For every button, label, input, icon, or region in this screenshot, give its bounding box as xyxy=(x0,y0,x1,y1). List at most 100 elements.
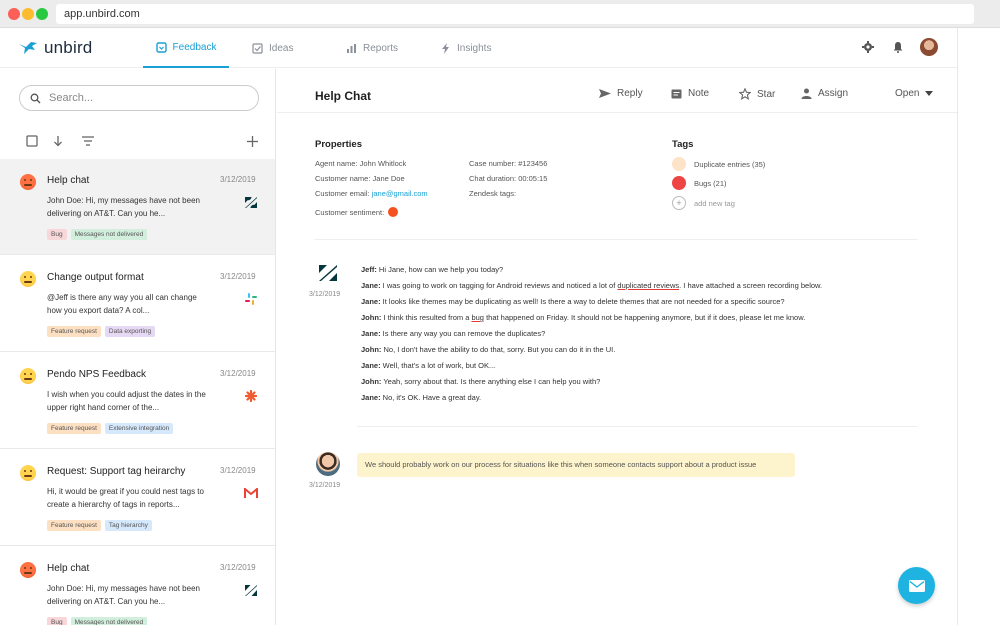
conversation-title: Change output format xyxy=(47,272,144,283)
sort-arrow-icon[interactable] xyxy=(50,133,66,149)
speaker: John: xyxy=(361,377,382,386)
tag-badge[interactable]: Bug xyxy=(47,617,67,625)
list-toolbar xyxy=(24,133,260,149)
gmail-icon xyxy=(244,486,258,500)
chat-message: Jane: It looks like themes may be duplic… xyxy=(361,297,785,306)
tab-reports[interactable]: Reports xyxy=(346,28,398,68)
status-dropdown[interactable]: Open xyxy=(895,88,934,99)
tab-insights[interactable]: Insights xyxy=(440,28,491,68)
chat-message: John: I think this resulted from a bug t… xyxy=(361,313,805,322)
zendesk-icon xyxy=(244,195,258,209)
select-all-checkbox[interactable] xyxy=(24,133,40,149)
conversation-title: Help chat xyxy=(47,563,90,574)
filter-icon[interactable] xyxy=(80,133,96,149)
tag-badge[interactable]: Feature request xyxy=(47,520,101,531)
tag-badge[interactable]: Data exporting xyxy=(104,326,156,337)
detail-header: Help Chat Reply Note Star Assign Open xyxy=(277,69,957,113)
chat-message: Jane: Is there any way you can remove th… xyxy=(361,329,545,338)
search-icon xyxy=(30,93,41,103)
tag-badge[interactable]: Bug xyxy=(47,229,67,240)
message-text: that happened on Friday. It should not b… xyxy=(483,313,806,322)
customer-email: Customer email: jane@gmail.com xyxy=(315,189,428,198)
close-window-button[interactable] xyxy=(8,8,20,20)
tab-label: Reports xyxy=(363,42,399,54)
message-date: 3/12/2019 xyxy=(309,291,341,298)
speaker: John: xyxy=(361,313,382,322)
case-number: Case number: #123456 xyxy=(469,159,548,168)
pendo-icon xyxy=(244,389,258,403)
speaker: Jane: xyxy=(361,361,381,370)
caret-down-icon xyxy=(925,91,934,96)
chat-message: Jeff: Hi Jane, how can we help you today… xyxy=(361,265,503,274)
message-text: Well, that's a lot of work, but OK... xyxy=(380,361,496,370)
envelope-icon xyxy=(908,579,925,592)
message-text: . I have attached a screen recording bel… xyxy=(679,281,823,290)
conversation-snippet: I wish when you could adjust the dates i… xyxy=(47,390,206,412)
properties-heading: Properties xyxy=(315,139,362,150)
chat-message: John: Yeah, sorry about that. Is there a… xyxy=(361,377,600,386)
customer-email-link[interactable]: jane@gmail.com xyxy=(372,189,428,198)
app-window: unbird Feedback Ideas Reports Insights S… xyxy=(0,28,958,625)
tag-entry[interactable]: Bugs (21) xyxy=(672,176,727,190)
tab-label: Feedback xyxy=(172,41,217,53)
unbird-logo-icon xyxy=(19,42,37,54)
conversation-snippet: John Doe: Hi, my messages have not been … xyxy=(47,584,200,606)
maximize-window-button[interactable] xyxy=(36,8,48,20)
add-tag-button[interactable]: + add new tag xyxy=(672,196,735,210)
tag-badge[interactable]: Feature request xyxy=(47,326,101,337)
note-button[interactable]: Note xyxy=(671,88,709,99)
message-text: I was going to work on tagging for Andro… xyxy=(380,281,618,290)
note-date: 3/12/2019 xyxy=(309,482,341,489)
settings-icon[interactable] xyxy=(860,39,876,55)
tag-entry[interactable]: Duplicate entries (35) xyxy=(672,157,765,171)
compose-button[interactable] xyxy=(898,567,935,604)
assign-button[interactable]: Assign xyxy=(801,88,848,99)
conversation-item[interactable]: Help chat 3/12/2019 John Doe: Hi, my mes… xyxy=(0,159,275,255)
neutral-sentiment-icon xyxy=(20,465,36,481)
address-bar[interactable]: app.unbird.com xyxy=(56,4,974,24)
angry-sentiment-icon xyxy=(20,562,36,578)
star-button[interactable]: Star xyxy=(739,88,775,100)
note-label: Note xyxy=(688,88,710,99)
tab-ideas[interactable]: Ideas xyxy=(252,28,293,68)
conversation-title: Request: Support tag heirarchy xyxy=(47,466,186,477)
zendesk-tags: Zendesk tags: xyxy=(469,189,517,198)
minimize-window-button[interactable] xyxy=(22,8,34,20)
chat-message: John: No, I don't have the ability to do… xyxy=(361,345,615,354)
message-text: Yeah, sorry about that. Is there anythin… xyxy=(381,377,601,386)
conversation-item[interactable]: Request: Support tag heirarchy 3/12/2019… xyxy=(0,450,275,546)
user-avatar[interactable] xyxy=(920,38,938,56)
message-text: Hi Jane, how can we help you today? xyxy=(376,265,504,274)
reply-button[interactable]: Reply xyxy=(599,88,643,99)
search-placeholder: Search... xyxy=(49,92,94,104)
agent-name: Agent name: John Whitlock xyxy=(315,159,407,168)
internal-note[interactable]: We should probably work on our process f… xyxy=(357,453,795,477)
zendesk-icon xyxy=(317,262,339,284)
tag-badge[interactable]: Extensive integration xyxy=(104,423,174,434)
flagged-text: bug xyxy=(471,313,484,322)
conversation-item[interactable]: Change output format 3/12/2019 @Jeff is … xyxy=(0,256,275,352)
tag-badge[interactable]: Messages not delivered xyxy=(70,229,148,240)
add-icon[interactable] xyxy=(244,133,260,149)
person-icon xyxy=(801,88,812,99)
ideas-icon xyxy=(252,42,263,54)
tab-label: Ideas xyxy=(269,42,294,54)
reply-icon xyxy=(599,89,611,98)
conversation-item[interactable]: Help chat 3/12/2019 John Doe: Hi, my mes… xyxy=(0,547,275,625)
top-navigation: unbird Feedback Ideas Reports Insights xyxy=(0,28,958,68)
brand-logo[interactable]: unbird xyxy=(18,38,92,58)
conversation-date: 3/12/2019 xyxy=(220,563,256,572)
chat-duration: Chat duration: 00:05:15 xyxy=(469,174,548,183)
tag-badge[interactable]: Messages not delivered xyxy=(70,617,148,625)
star-label: Star xyxy=(757,88,776,100)
browser-toolbar: app.unbird.com xyxy=(0,0,1000,28)
conversation-date: 3/12/2019 xyxy=(220,466,256,475)
search-input[interactable]: Search... xyxy=(19,85,259,111)
tab-label: Insights xyxy=(457,42,492,54)
tag-badge[interactable]: Feature request xyxy=(47,423,101,434)
brand-name: unbird xyxy=(44,38,93,57)
tab-feedback[interactable]: Feedback xyxy=(143,28,229,68)
notifications-icon[interactable] xyxy=(890,39,906,55)
tag-badge[interactable]: Tag hierarchy xyxy=(104,520,152,531)
conversation-item[interactable]: Pendo NPS Feedback 3/12/2019 I wish when… xyxy=(0,353,275,449)
